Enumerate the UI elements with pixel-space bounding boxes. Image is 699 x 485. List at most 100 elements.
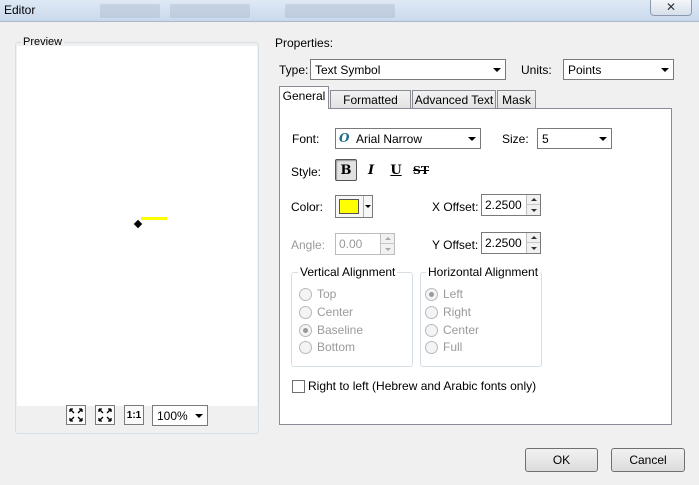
radio-label: Center [443,323,480,337]
rtl-checkbox[interactable] [292,380,305,393]
x-offset-label: X Offset: [432,200,479,214]
cancel-label: Cancel [629,453,667,467]
y-offset-value: 2.2500 [485,236,522,250]
chevron-down-icon [190,406,207,425]
cancel-button[interactable]: Cancel [611,448,685,472]
color-picker[interactable] [335,195,373,218]
y-offset-spinner[interactable]: 2.2500 [481,232,541,254]
units-select[interactable]: Points [563,59,674,80]
vertical-alignment-label: Vertical Alignment [298,265,398,279]
chevron-down-icon [656,60,673,79]
ok-label: OK [552,453,571,467]
radio-button [299,288,312,301]
actual-size-label: 1:1 [126,409,142,421]
size-select[interactable]: 5 [537,128,612,149]
strikethrough-icon: ST [412,163,430,177]
radio-button [299,341,312,354]
angle-spinner[interactable]: 0.00 [335,233,395,255]
radio-button [425,306,438,319]
spin-down-icon[interactable] [527,205,540,215]
background-blur [100,4,160,18]
radio-label: Right [443,305,472,319]
chevron-down-icon [488,60,505,79]
type-select[interactable]: Text Symbol [310,59,506,80]
close-button[interactable]: ✕ [650,0,692,16]
zoom-to-fit-button[interactable] [66,405,86,425]
properties-label: Properties: [275,36,334,50]
spin-down-icon[interactable] [527,243,540,253]
type-label: Type: [279,63,309,77]
preview-sample-symbol [133,217,167,229]
anchor-point-icon [133,219,143,229]
units-value: Points [568,63,602,77]
radio-label: Center [317,305,354,319]
radio-halign-left[interactable]: Left [425,287,525,303]
radio-valign-top[interactable]: Top [299,287,399,303]
background-blur [170,4,250,18]
zoom-value: 100% [157,409,188,423]
ok-button[interactable]: OK [525,448,598,472]
radio-label: Baseline [317,323,364,337]
tab-mask[interactable]: Mask [497,90,536,110]
radio-halign-center[interactable]: Center [425,323,525,339]
italic-button[interactable]: I [360,159,382,181]
radio-label: Top [317,287,337,301]
sample-text-glyph [141,217,167,220]
color-label: Color: [291,200,324,214]
rtl-label: Right to left (Hebrew and Arabic fonts o… [308,379,537,393]
underline-icon: U [390,162,402,178]
zoom-to-fit-icon [69,408,83,422]
chevron-down-icon [594,129,611,148]
chevron-down-icon [463,129,480,148]
underline-button[interactable]: U [385,159,407,181]
radio-button [425,341,438,354]
radio-valign-baseline[interactable]: Baseline [299,323,399,339]
close-icon: ✕ [665,0,677,14]
actual-size-button[interactable]: 1:1 [124,405,144,425]
angle-label: Angle: [291,238,326,252]
font-label: Font: [292,132,320,146]
size-value: 5 [542,132,549,146]
tab-label: General [282,89,326,103]
bold-button[interactable]: B [335,159,357,181]
spin-up-icon[interactable] [527,233,540,243]
spin-up-icon [381,234,394,244]
x-offset-spinner[interactable]: 2.2500 [481,194,541,216]
tab-general[interactable]: General [279,86,329,109]
horizontal-alignment-label: Horizontal Alignment [426,265,541,279]
radio-label: Bottom [317,340,356,354]
radio-button-checked [425,288,438,301]
radio-valign-center[interactable]: Center [299,305,399,321]
units-label: Units: [521,63,552,77]
radio-button [425,324,438,337]
background-blur [285,4,395,18]
spin-up-icon[interactable] [527,195,540,205]
style-label: Style: [291,165,322,179]
tab-formatted-text[interactable]: Formatted Text [330,90,411,125]
radio-halign-right[interactable]: Right [425,305,525,321]
radio-label: Left [443,287,464,301]
chevron-down-icon [363,196,372,217]
preview-canvas [17,46,257,406]
font-select[interactable]: O Arial Narrow [335,128,481,149]
radio-valign-bottom[interactable]: Bottom [299,340,399,356]
title-bar: Editor ✕ [0,0,699,22]
zoom-select[interactable]: 100% [152,405,208,426]
tab-advanced-text[interactable]: Advanced Text [412,90,496,110]
italic-icon: I [367,162,375,178]
type-value: Text Symbol [315,63,381,77]
spin-down-icon [381,244,394,254]
full-extent-button[interactable] [95,405,115,425]
bold-icon: B [340,162,352,178]
dialog-body: Preview 1:1 100% Properties: Type: Text … [0,22,699,485]
color-swatch [339,199,359,214]
size-label: Size: [502,132,529,146]
radio-halign-full[interactable]: Full [425,340,525,356]
font-value: Arial Narrow [356,132,423,146]
x-offset-value: 2.2500 [485,198,522,212]
window-title: Editor [4,3,36,17]
strikethrough-button[interactable]: ST [410,159,432,181]
y-offset-label: Y Offset: [432,238,479,252]
radio-button [299,306,312,319]
tab-label: Mask [502,93,531,107]
